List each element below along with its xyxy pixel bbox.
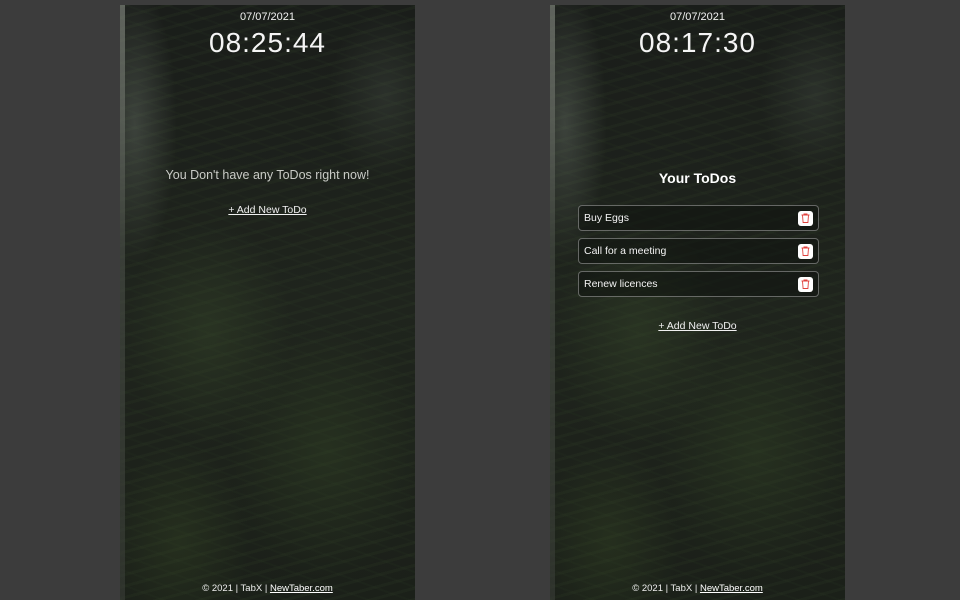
add-new-todo-link[interactable]: + Add New ToDo — [550, 320, 845, 332]
trash-icon[interactable] — [798, 243, 813, 259]
footer: © 2021 | TabX | NewTaber.com — [550, 583, 845, 594]
footer-copyright: © 2021 | TabX | — [202, 583, 270, 594]
trash-icon[interactable] — [798, 210, 813, 226]
todo-item[interactable]: Renew licences — [578, 271, 819, 297]
clock-display: 08:25:44 — [209, 27, 326, 58]
footer: © 2021 | TabX | NewTaber.com — [120, 583, 415, 594]
background-edge — [120, 5, 125, 600]
clock-display: 08:17:30 — [639, 27, 756, 58]
footer-site-link[interactable]: NewTaber.com — [270, 583, 333, 594]
todo-item[interactable]: Buy Eggs — [578, 205, 819, 231]
footer-copyright: © 2021 | TabX | — [632, 583, 700, 594]
todo-text: Renew licences — [584, 278, 658, 290]
todo-text: Call for a meeting — [584, 245, 667, 257]
add-new-todo-link[interactable]: + Add New ToDo — [120, 204, 415, 216]
trash-icon[interactable] — [798, 276, 813, 292]
todo-text: Buy Eggs — [584, 212, 629, 224]
new-tab-screen-todos: 07/07/2021 08:17:30 Your ToDos Buy Eggs … — [550, 5, 845, 600]
background-edge — [550, 5, 555, 600]
empty-todos-message: You Don't have any ToDos right now! — [165, 168, 370, 182]
date-display: 07/07/2021 — [669, 11, 726, 23]
todo-item[interactable]: Call for a meeting — [578, 238, 819, 264]
footer-site-link[interactable]: NewTaber.com — [700, 583, 763, 594]
new-tab-screen-empty: 07/07/2021 08:25:44 You Don't have any T… — [120, 5, 415, 600]
date-display: 07/07/2021 — [239, 11, 296, 23]
todo-list: Buy Eggs Call for a meeting Renew licenc… — [578, 205, 819, 304]
todos-heading: Your ToDos — [658, 170, 737, 186]
